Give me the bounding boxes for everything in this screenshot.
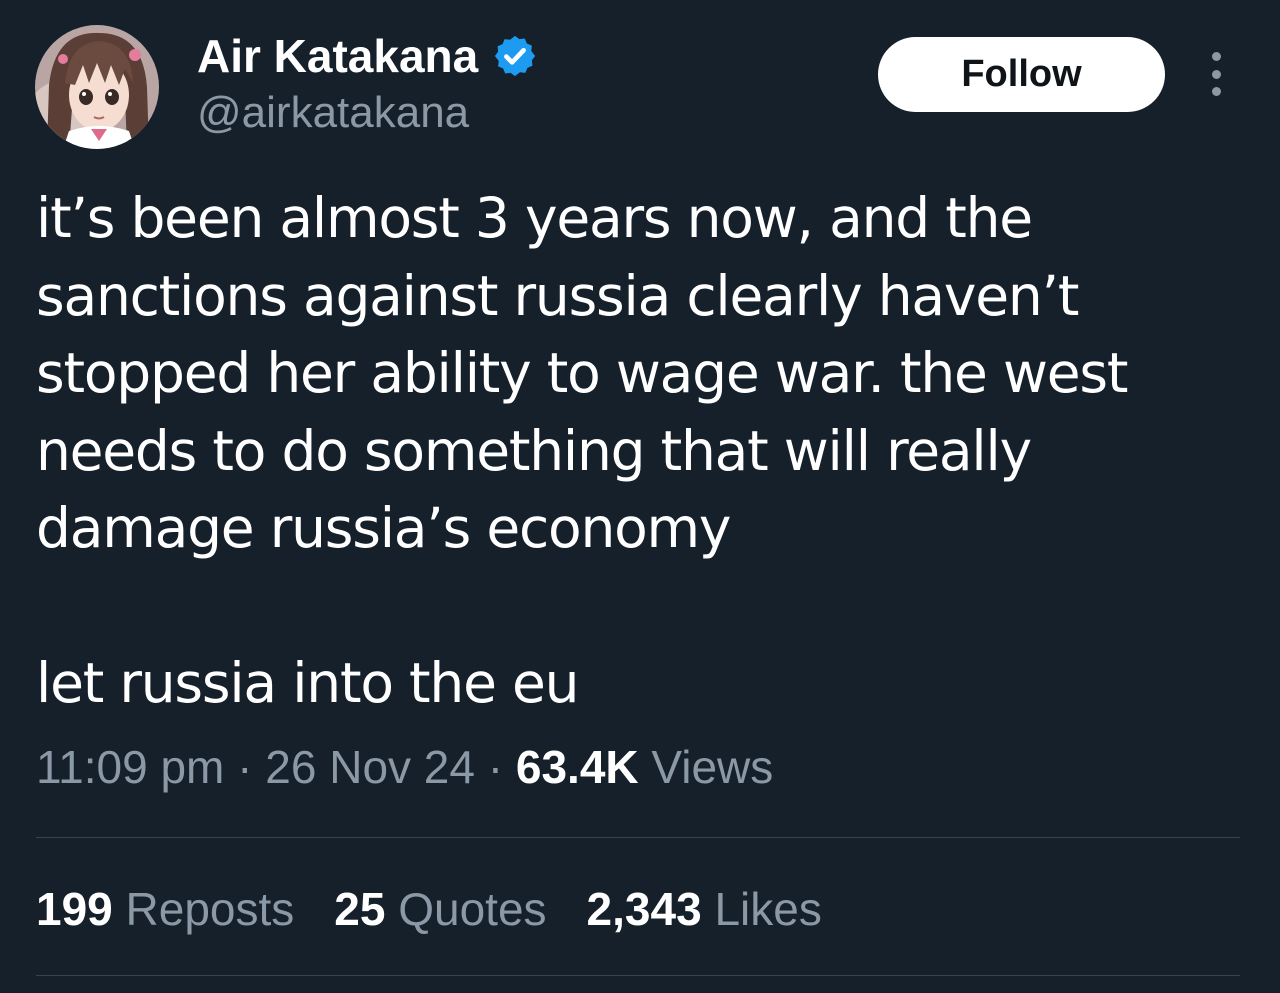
reposts-label: Reposts	[125, 883, 295, 935]
reposts-count: 199	[36, 883, 113, 935]
divider	[36, 975, 1240, 976]
quotes-count: 25	[334, 883, 386, 935]
views-count: 63.4K	[515, 741, 639, 793]
verified-badge-icon[interactable]	[492, 33, 538, 79]
meta-separator: ·	[474, 741, 516, 793]
quotes-stat[interactable]: 25 Quotes	[334, 882, 546, 936]
tweet-line: needs to do something that will really	[36, 418, 1032, 483]
tweet-line: sanctions against russia clearly haven’t	[36, 263, 1079, 328]
reposts-stat[interactable]: 199 Reposts	[36, 882, 294, 936]
meta-separator: ·	[224, 741, 266, 793]
tweet-line: it’s been almost 3 years now, and the	[36, 186, 1033, 250]
likes-count: 2,343	[586, 883, 702, 935]
tweet-line: stopped her ability to wage war. the wes…	[36, 341, 1128, 405]
tweet-meta: 11:09 pm · 26 Nov 24 · 63.4K Views	[36, 740, 773, 794]
quotes-label: Quotes	[398, 883, 547, 935]
more-dot	[1211, 52, 1221, 61]
views-label: Views	[651, 741, 774, 793]
tweet-text: it’s been almost 3 years now, and the sa…	[36, 180, 1236, 723]
more-vertical-icon[interactable]	[1196, 52, 1236, 96]
tweet-date[interactable]: 26 Nov 24	[265, 741, 475, 793]
divider	[36, 837, 1240, 838]
follow-button[interactable]: Follow	[878, 37, 1165, 112]
anime-girl-avatar-icon	[35, 25, 159, 149]
likes-stat[interactable]: 2,343 Likes	[587, 882, 822, 936]
avatar[interactable]	[35, 25, 159, 149]
tweet-line: damage russia’s economy	[36, 496, 731, 560]
more-dot	[1211, 69, 1221, 79]
likes-label: Likes	[714, 883, 822, 935]
author-handle[interactable]: @airkatakana	[197, 88, 469, 138]
tweet-time[interactable]: 11:09 pm	[36, 741, 224, 793]
more-dot	[1211, 87, 1221, 96]
display-name[interactable]: Air Katakana	[197, 29, 478, 83]
engagement-stats: 199 Reposts 25 Quotes 2,343 Likes	[36, 882, 862, 936]
tweet-punchline: let russia into the eu	[36, 651, 579, 715]
author-name-row: Air Katakana	[197, 28, 538, 84]
